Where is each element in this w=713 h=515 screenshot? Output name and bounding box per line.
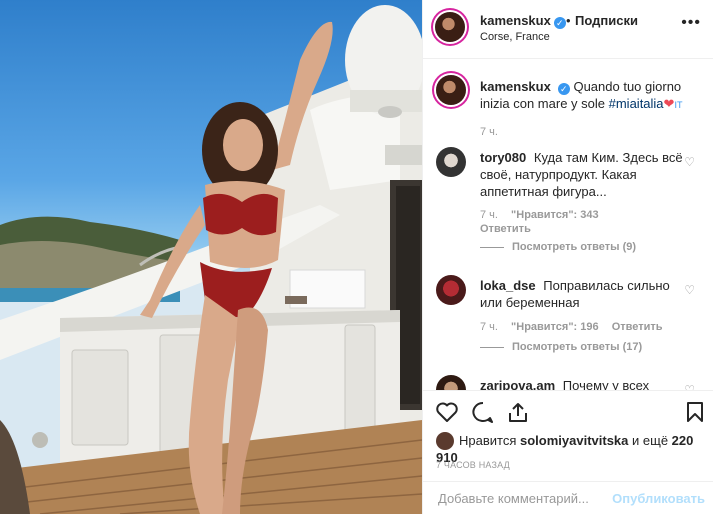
following-button[interactable]: Подписки: [575, 13, 638, 28]
publish-button[interactable]: Опубликовать: [612, 491, 705, 506]
comment-avatar[interactable]: [436, 275, 466, 305]
post-sidebar: kamenskux ✓ • Подписки Corse, France ••• …: [422, 0, 713, 514]
comment-reply-button[interactable]: Ответить: [480, 223, 531, 235]
post-actions-bar: [423, 390, 713, 435]
liker-username[interactable]: solomiyavitvitska: [520, 433, 628, 448]
comment-time[interactable]: 7 ч.: [480, 321, 498, 333]
caption-time[interactable]: 7 ч.: [480, 126, 498, 138]
comment-icon[interactable]: [471, 401, 495, 423]
comment-like-heart-icon[interactable]: ♡: [684, 155, 695, 169]
comment-likes[interactable]: "Нравится": 343: [511, 209, 599, 221]
caption-hashtag[interactable]: #miaitalia: [609, 96, 664, 111]
likes-prefix: Нравится: [459, 433, 517, 448]
comment-text: Почему у всех: [562, 378, 650, 390]
verified-badge-icon: ✓: [557, 83, 570, 95]
post-header: kamenskux ✓ • Подписки Corse, France •••: [423, 0, 713, 59]
likes-suffix: и ещё: [632, 433, 669, 448]
comments-list[interactable]: kamenskux ✓ Quando tuo giorno inizia con …: [423, 59, 713, 390]
comment-body: loka_dse Поправилась сильно или беременн…: [480, 277, 685, 311]
separator-dot: •: [566, 13, 571, 28]
comment-body: zaripova.am Почему у всех: [480, 377, 685, 390]
comment-like-heart-icon[interactable]: ♡: [684, 283, 695, 297]
add-comment-bar: Опубликовать: [423, 481, 713, 515]
share-icon[interactable]: [507, 401, 529, 423]
caption-body: kamenskux ✓ Quando tuo giorno inizia con …: [480, 78, 685, 114]
view-replies-button[interactable]: Посмотреть ответы (9): [510, 241, 636, 253]
comment-username[interactable]: tory080: [480, 150, 526, 165]
more-options-icon[interactable]: •••: [681, 14, 701, 32]
author-username[interactable]: kamenskux: [480, 13, 551, 28]
verified-badge-icon: ✓: [553, 17, 566, 29]
post-photo[interactable]: [0, 0, 422, 514]
red-heart-emoji-icon: ❤: [663, 96, 675, 111]
heart-icon[interactable]: [435, 401, 459, 423]
comment-username[interactable]: zaripova.am: [480, 378, 555, 390]
author-username-row[interactable]: kamenskux ✓: [480, 13, 566, 29]
comment-username[interactable]: loka_dse: [480, 278, 536, 293]
author-avatar[interactable]: [435, 12, 465, 42]
comment-meta: 7 ч. "Нравится": 343: [480, 209, 609, 221]
comment-avatar[interactable]: [436, 375, 466, 390]
liker-avatar[interactable]: [436, 432, 454, 450]
yacht-photo-illustration: [0, 5, 422, 514]
comment-reply-button[interactable]: Ответить: [612, 321, 663, 333]
caption-suffix: IT: [674, 100, 683, 110]
caption-meta: 7 ч.: [480, 126, 508, 138]
add-comment-input[interactable]: [436, 490, 620, 507]
comment-like-heart-icon[interactable]: ♡: [684, 383, 695, 390]
comment-meta: 7 ч. "Нравится": 196 Ответить: [480, 321, 673, 333]
bookmark-icon[interactable]: [685, 401, 705, 423]
caption-avatar[interactable]: [436, 75, 466, 105]
post-time-ago[interactable]: 7 ЧАСОВ НАЗАД: [436, 460, 510, 470]
comment-reply-row: Ответить: [480, 223, 541, 235]
comment-avatar[interactable]: [436, 147, 466, 177]
comment-body: tory080 Куда там Ким. Здесь всё своё, на…: [480, 149, 685, 200]
view-replies-button[interactable]: Посмотреть ответы (17): [510, 341, 642, 353]
comment-time[interactable]: 7 ч.: [480, 209, 498, 221]
caption-username[interactable]: kamenskux: [480, 79, 551, 94]
comment-likes[interactable]: "Нравится": 196: [511, 321, 599, 333]
post-location[interactable]: Corse, France: [480, 31, 550, 43]
